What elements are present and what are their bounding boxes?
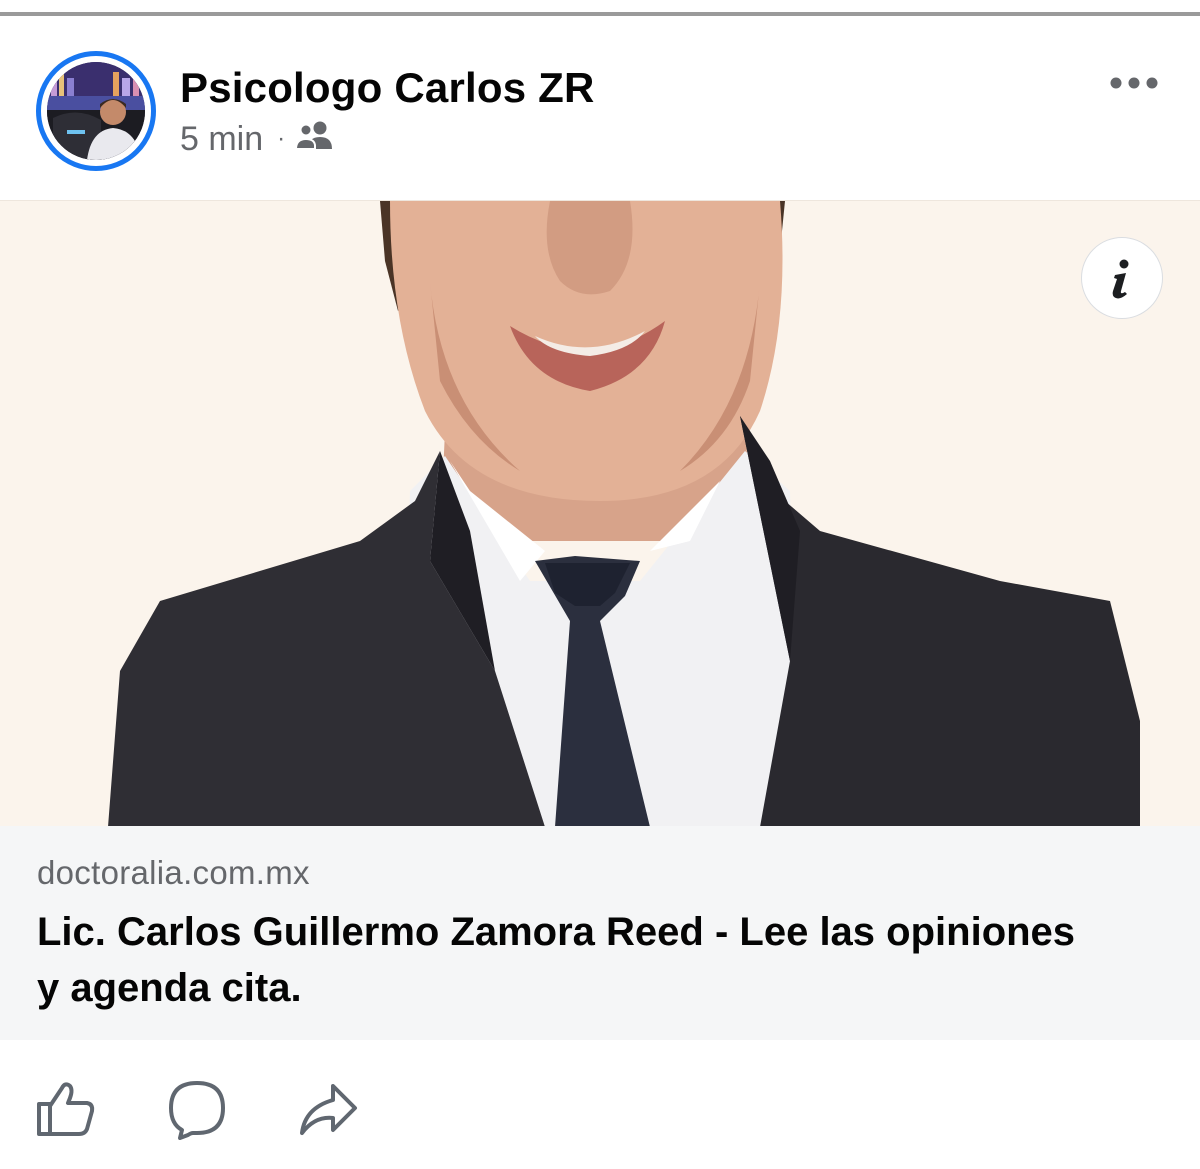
meta-separator: ·: [277, 125, 286, 152]
link-preview-image[interactable]: [0, 200, 1200, 826]
action-bar: [0, 1040, 1200, 1169]
group-icon: [295, 119, 333, 160]
link-title[interactable]: Lic. Carlos Guillermo Zamora Reed - Lee …: [37, 904, 1097, 1016]
comment-icon: [169, 1081, 225, 1140]
share-icon: [300, 1084, 357, 1135]
top-divider: [0, 0, 1200, 16]
post-timestamp[interactable]: 5 min: [180, 120, 263, 159]
info-icon: [1112, 259, 1129, 299]
share-button[interactable]: [297, 1078, 359, 1140]
avatar-photo: [47, 62, 145, 160]
profile-avatar-ring[interactable]: [36, 51, 156, 171]
info-button[interactable]: [1081, 237, 1163, 319]
link-domain[interactable]: doctoralia.com.mx: [37, 854, 310, 892]
more-options-icon[interactable]: [1104, 68, 1164, 98]
post-author-name[interactable]: Psicologo Carlos ZR: [180, 64, 595, 112]
comment-button[interactable]: [166, 1078, 228, 1140]
post-header: Psicologo Carlos ZR 5 min ·: [0, 16, 1200, 200]
avatar[interactable]: [47, 62, 145, 160]
thumbs-up-icon: [37, 1082, 95, 1136]
post-meta: 5 min ·: [180, 119, 333, 159]
like-button[interactable]: [35, 1078, 97, 1140]
portrait-photo: [0, 201, 1200, 826]
